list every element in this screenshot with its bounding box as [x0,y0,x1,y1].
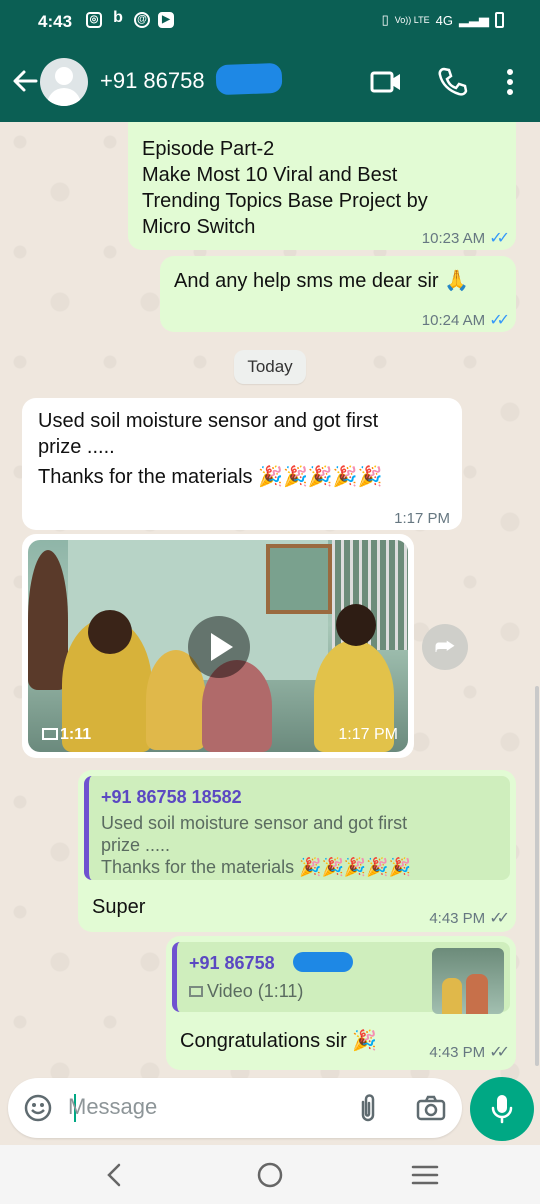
b-app-icon: b [113,9,123,26]
volte-indicator: Vo)) LTE [394,15,430,25]
quoted-media: Video (1:11) [189,980,303,1002]
quoted-message[interactable]: +91 86758 Video (1:11) [172,942,510,1014]
message-line: Trending Topics Base Project by [142,190,428,212]
status-bar: 4:43 ◎ b @ ▶ ▯ Vo)) LTE 4G ▂▃▅ [0,0,540,44]
quoted-line: prize ..... [101,835,171,855]
date-divider: Today [234,350,306,384]
quoted-line: Used soil moisture sensor and got first [101,813,408,833]
message-outgoing[interactable]: And any help sms me dear sir 🙏 10:24 AM ✓… [160,256,516,332]
video-call-icon[interactable] [370,66,402,98]
delivered-receipt-icon: ✓✓ [489,1044,510,1061]
chat-header: +91 86758 [0,44,540,122]
delivered-receipt-icon: ✓✓ [489,910,510,927]
redaction-mark [293,952,353,972]
mic-icon [491,1095,513,1124]
message-outgoing-reply[interactable]: +91 86758 Video (1:11) Congratulations s… [166,936,516,1070]
signal-icon: ▂▃▅ [459,12,489,27]
forward-icon[interactable]: ⮫ [422,624,468,670]
video-thumbnail[interactable]: 1:11 1:17 PM [28,540,408,752]
video-scene-person [88,610,132,654]
message-text: Congratulations sir 🎉 [180,1030,378,1052]
chat-scrollbar[interactable] [535,686,539,1066]
message-time: 4:43 PM [429,910,486,927]
system-icons: ▯ Vo)) LTE 4G ▂▃▅ [382,12,504,28]
emoji-icon[interactable] [24,1094,52,1122]
read-receipt-icon: ✓✓ [489,230,510,247]
avatar-head [55,67,73,85]
message-incoming[interactable]: Used soil moisture sensor and got first … [22,398,462,530]
message-line: Used soil moisture sensor and got first [38,410,379,432]
youtube-icon: ▶ [158,12,174,28]
read-receipt-icon: ✓✓ [489,312,510,329]
quoted-message[interactable]: +91 86758 18582 Used soil moisture senso… [84,776,510,880]
quoted-media-label: Video (1:11) [207,981,304,1001]
attach-icon[interactable] [356,1092,380,1124]
video-scene-person [336,604,376,646]
more-options-icon[interactable] [500,66,520,98]
nav-home-icon[interactable] [256,1161,284,1189]
chat-area[interactable]: Episode Part-2 Make Most 10 Viral and Be… [0,122,540,1080]
message-outgoing-reply[interactable]: +91 86758 18582 Used soil moisture senso… [78,770,516,932]
network-type: 4G [435,12,453,28]
thumb-person [466,974,488,1014]
message-time: 4:43 PM [429,1044,486,1061]
message-line: Episode Part-2 [142,138,275,160]
quoted-text: Used soil moisture sensor and got first … [101,812,411,878]
vibrate-icon: ▯ [381,12,389,27]
message-meta: 4:43 PM ✓✓ [429,906,510,932]
message-time: 10:23 AM [421,230,486,247]
contact-name[interactable]: +91 86758 [100,68,205,94]
camera-icon[interactable] [416,1094,446,1122]
quoted-sender: +91 86758 18582 [101,787,242,807]
quoted-video-thumbnail [432,948,504,1014]
video-duration-text: 1:11 [60,726,92,743]
message-meta: 10:23 AM ✓✓ [421,226,510,252]
voice-call-icon[interactable] [436,66,468,98]
avatar-body [47,88,81,106]
notification-icons: ◎ b @ ▶ [86,9,174,28]
nav-recents-icon[interactable] [410,1163,440,1187]
battery-icon [495,12,504,28]
system-nav-bar [0,1145,540,1204]
redaction-mark [215,62,283,96]
message-text: And any help sms me dear sir 🙏 [174,270,470,292]
message-line: prize ..... [38,436,115,458]
mic-button[interactable] [470,1077,534,1141]
message-composer[interactable]: Message [8,1078,462,1138]
video-duration: 1:11 [42,726,91,744]
message-outgoing[interactable]: Episode Part-2 Make Most 10 Viral and Be… [128,122,516,250]
message-input[interactable]: Message [68,1094,157,1120]
video-small-icon [189,986,203,997]
contact-avatar[interactable] [40,58,88,106]
thumb-person [442,978,462,1014]
video-camera-icon [42,728,58,740]
message-time: 1:17 PM [394,510,450,527]
status-time: 4:43 [38,12,73,31]
message-line: Thanks for the materials 🎉🎉🎉🎉🎉 [38,466,383,488]
message-text: Super [92,896,146,918]
instagram-icon: ◎ [86,12,102,28]
video-scene-person [28,550,68,690]
quoted-line: Thanks for the materials 🎉🎉🎉🎉🎉 [101,857,412,877]
quoted-sender: +91 86758 [189,953,275,973]
message-text: Episode Part-2 Make Most 10 Viral and Be… [142,136,428,240]
message-time: 1:17 PM [338,726,398,743]
video-scene-window [266,544,332,614]
message-meta: 10:24 AM ✓✓ [421,308,510,334]
back-arrow-icon[interactable] [10,66,40,96]
message-line: Make Most 10 Viral and Best [142,164,398,186]
message-time: 10:24 AM [421,312,486,329]
message-line: Micro Switch [142,216,256,238]
play-button-icon[interactable] [188,616,250,678]
message-text: Used soil moisture sensor and got first … [38,408,383,490]
message-meta: 4:43 PM ✓✓ [429,1040,510,1066]
threads-icon: @ [134,12,150,28]
nav-back-icon[interactable] [104,1161,124,1189]
